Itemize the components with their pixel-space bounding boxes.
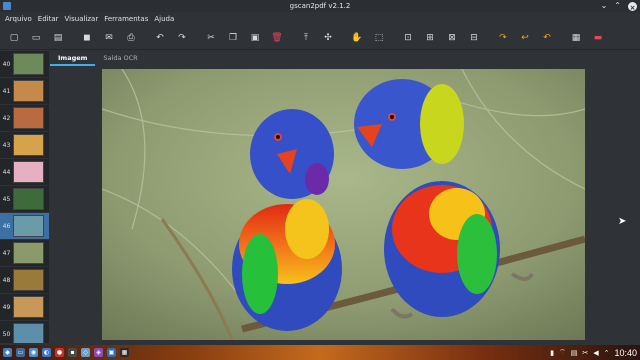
menu-bar: Arquivo Editar Visualizar Ferramentas Aj… <box>0 12 640 26</box>
window-title: gscan2pdf v2.1.2 <box>289 2 351 10</box>
thumbnail-image[interactable] <box>13 134 44 156</box>
files-icon[interactable]: ◐ <box>42 348 51 357</box>
rotate-180-icon[interactable]: ↩ <box>515 29 535 47</box>
thumbnail-page-number: 50 <box>2 330 11 338</box>
zoom-fit-icon[interactable]: ✣ <box>318 29 338 47</box>
thumbnail-page-number: 45 <box>2 195 11 203</box>
image-app-icon[interactable]: ▣ <box>107 348 116 357</box>
thumbnail-page-number: 48 <box>2 276 11 284</box>
app-icon[interactable] <box>3 2 11 10</box>
open-folder-icon[interactable]: ▭ <box>26 29 46 47</box>
toolbar: ▢ ▭ ▤ ◼ ✉ ⎙ ↶ ↷ ✂ ❐ ▣ 🗑 ⤒ ✣ ✋ ⬚ ⊡ ⊞ ⊠ ⊟ … <box>0 26 640 50</box>
mouse-cursor-icon: ➤ <box>618 216 627 227</box>
hand-tool-icon[interactable]: ✋ <box>347 29 367 47</box>
taskbar: ◆ ▭ ◉ ◐ ● ▪ ◇ ◈ ▣ ▦ ▮ ⌔ ▤ ✂ ◀ ⌃ 10:40 <box>0 345 640 360</box>
thumbnail-image[interactable] <box>13 80 44 102</box>
thumbnail-item[interactable]: 50 <box>0 321 49 343</box>
chat-icon[interactable]: ▤ <box>571 349 578 357</box>
image-viewer[interactable]: ➤ <box>50 67 640 345</box>
menu-ajuda[interactable]: Ajuda <box>151 12 177 26</box>
email-icon[interactable]: ✉ <box>99 29 119 47</box>
select-tool-icon[interactable]: ⬚ <box>369 29 389 47</box>
window-icon[interactable]: ▦ <box>120 348 129 357</box>
thumbnail-image[interactable] <box>13 323 44 343</box>
thumbnail-page-number: 46 <box>2 222 11 230</box>
tools-icon[interactable]: ▦ <box>566 29 586 47</box>
thumbnail-page-number: 42 <box>2 114 11 122</box>
new-file-icon[interactable]: ▢ <box>4 29 24 47</box>
thumbnail-item[interactable]: 48 <box>0 267 49 294</box>
zoom-100-icon[interactable]: ⊡ <box>398 29 418 47</box>
thumbnail-page-number: 40 <box>2 60 11 68</box>
thumbnail-image[interactable] <box>13 107 44 129</box>
page-image[interactable] <box>102 69 585 340</box>
thumbnail-item[interactable]: 47 <box>0 240 49 267</box>
arrow-up-icon[interactable]: ⌃ <box>604 349 610 357</box>
network-icon[interactable]: ▮ <box>550 349 554 357</box>
thumbnail-page-number: 44 <box>2 168 11 176</box>
media-icon[interactable]: ● <box>55 348 64 357</box>
thumbnail-image[interactable] <box>13 161 44 183</box>
zoom-page-icon[interactable]: ⊞ <box>420 29 440 47</box>
thumbnail-item[interactable]: 40 <box>0 51 49 78</box>
title-bar: gscan2pdf v2.1.2 ⌄ ⌃ × <box>0 0 640 12</box>
tab-ocr-output[interactable]: Saída OCR <box>95 51 145 66</box>
clock[interactable]: 10:40 <box>614 348 637 358</box>
menu-ferramentas[interactable]: Ferramentas <box>101 12 151 26</box>
thumbnail-item[interactable]: 49 <box>0 294 49 321</box>
thumbnail-page-number: 49 <box>2 303 11 311</box>
terminal-icon[interactable]: ▪ <box>68 348 77 357</box>
thumbnail-image[interactable] <box>13 188 44 210</box>
print-icon[interactable]: ⎙ <box>121 29 141 47</box>
rotate-270-icon[interactable]: ↶ <box>537 29 557 47</box>
rotate-90-icon[interactable]: ↷ <box>493 29 513 47</box>
redo-icon[interactable]: ↷ <box>172 29 192 47</box>
thumbnail-image[interactable] <box>13 242 44 264</box>
settings-icon[interactable]: ◇ <box>81 348 90 357</box>
app-window: gscan2pdf v2.1.2 ⌄ ⌃ × Arquivo Editar Vi… <box>0 0 640 345</box>
thumbnail-item[interactable]: 45 <box>0 186 49 213</box>
thumbnail-list[interactable]: 40 41 42 43 44 45 46 47 48 49 50 <box>0 51 49 343</box>
delete-icon[interactable]: 🗑 <box>267 29 287 47</box>
thumbnail-image[interactable] <box>13 215 44 237</box>
minimize-icon[interactable]: ⌃ <box>614 0 621 12</box>
menu-editar[interactable]: Editar <box>35 12 62 26</box>
save-icon[interactable]: ◼ <box>77 29 97 47</box>
zoom-out-icon[interactable]: ⊟ <box>464 29 484 47</box>
zoom-in-icon[interactable]: ⤒ <box>296 29 316 47</box>
undo-icon[interactable]: ↶ <box>150 29 170 47</box>
system-tray: ▮ ⌔ ▤ ✂ ◀ ⌃ 10:40 <box>550 345 637 360</box>
folder-icon[interactable]: ▭ <box>16 348 25 357</box>
thumbnail-page-number: 41 <box>2 87 11 95</box>
thumbnail-page-number: 43 <box>2 141 11 149</box>
menu-visualizar[interactable]: Visualizar <box>62 12 102 26</box>
volume-icon[interactable]: ◀ <box>593 349 598 357</box>
copy-icon[interactable]: ❐ <box>223 29 243 47</box>
gscan-icon[interactable]: ◈ <box>94 348 103 357</box>
thumbnail-item[interactable]: 42 <box>0 105 49 132</box>
thumbnail-image[interactable] <box>13 53 44 75</box>
paste-icon[interactable]: ▣ <box>245 29 265 47</box>
clear-icon[interactable]: ▬ <box>588 29 608 47</box>
scissors-icon[interactable]: ✂ <box>582 349 588 357</box>
browser-icon[interactable]: ◉ <box>29 348 38 357</box>
chevron-down-icon[interactable]: ⌄ <box>601 0 608 12</box>
app-launcher-icon[interactable]: ◆ <box>3 348 12 357</box>
wifi-icon[interactable]: ⌔ <box>559 348 566 357</box>
zoom-width-icon[interactable]: ⊠ <box>442 29 462 47</box>
thumbnail-item[interactable]: 46 <box>0 213 49 240</box>
menu-arquivo[interactable]: Arquivo <box>2 12 35 26</box>
thumbnail-item[interactable]: 43 <box>0 132 49 159</box>
view-tabs: Imagem Saída OCR <box>50 51 146 66</box>
thumbnail-image[interactable] <box>13 269 44 291</box>
cut-icon[interactable]: ✂ <box>201 29 221 47</box>
thumbnail-page-number: 47 <box>2 249 11 257</box>
thumbnail-item[interactable]: 44 <box>0 159 49 186</box>
thumbnail-image[interactable] <box>13 296 44 318</box>
tab-image[interactable]: Imagem <box>50 51 96 66</box>
thumbnail-item[interactable]: 41 <box>0 78 49 105</box>
scan-icon[interactable]: ▤ <box>48 29 68 47</box>
close-icon[interactable]: × <box>628 1 637 12</box>
